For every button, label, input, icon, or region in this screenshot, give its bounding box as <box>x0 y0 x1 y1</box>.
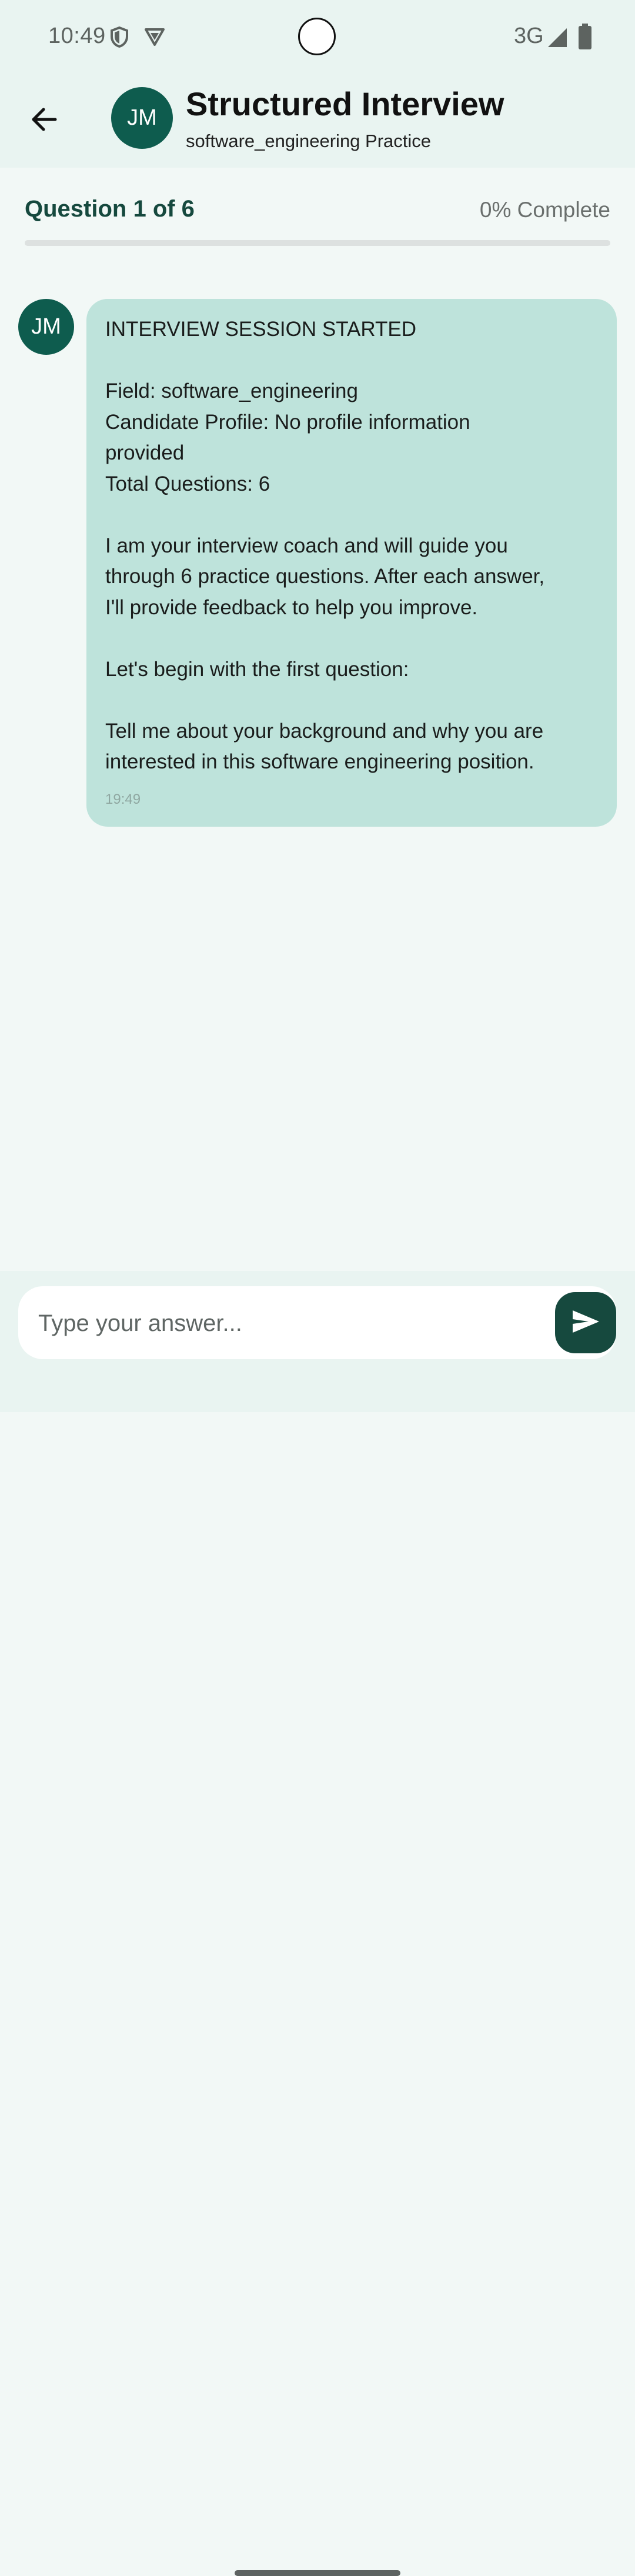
message-line: provided <box>105 441 185 464</box>
network-type: 3G <box>514 24 544 48</box>
message-line: INTERVIEW SESSION STARTED <box>105 318 416 341</box>
status-time: 10:49 <box>48 24 106 48</box>
avatar: JM <box>111 87 173 149</box>
message-line <box>105 500 598 531</box>
send-icon <box>571 1309 600 1337</box>
message-line: Tell me about your background and why yo… <box>105 719 544 743</box>
arrow-back-icon <box>29 105 59 137</box>
question-progress-label: Question 1 of 6 <box>25 196 195 222</box>
message-bubble: INTERVIEW SESSION STARTED Field: softwar… <box>86 299 617 827</box>
message-line: Candidate Profile: No profile informatio… <box>105 410 470 434</box>
vpn-icon <box>143 26 166 50</box>
message-avatar: JM <box>18 299 74 355</box>
signal-icon <box>547 27 568 51</box>
message-line <box>105 345 598 377</box>
back-button[interactable] <box>24 100 65 141</box>
message-timestamp: 19:49 <box>105 791 141 807</box>
message-line: Total Questions: 6 <box>105 472 270 495</box>
home-indicator <box>235 2570 400 2576</box>
answer-input[interactable] <box>37 1299 533 1347</box>
battery-icon <box>578 24 592 52</box>
message-line: Field: software_engineering <box>105 380 358 402</box>
message-line: through 6 practice questions. After each… <box>105 565 545 588</box>
message-line: I am your interview coach and will guide… <box>105 534 508 557</box>
progress-bar <box>25 240 610 246</box>
answer-composer <box>0 1271 635 2576</box>
app-bar: JM Structured Interview software_enginee… <box>0 76 635 168</box>
shield-icon <box>109 26 129 51</box>
answer-input-container <box>18 1286 616 1359</box>
message-line: interested in this software engineering … <box>105 750 534 773</box>
page-title: Structured Interview <box>186 85 504 122</box>
message-line <box>105 623 598 654</box>
progress-percent: 0% Complete <box>479 198 610 222</box>
status-bar: 10:49 3G <box>0 0 635 76</box>
message-line: I'll provide feedback to help you improv… <box>105 595 478 619</box>
message-line: Let's begin with the first question: <box>105 657 409 681</box>
send-button[interactable] <box>555 1292 616 1353</box>
page-subtitle: software_engineering Practice <box>186 131 432 151</box>
camera-cutout <box>298 18 336 55</box>
message-line <box>105 685 598 716</box>
